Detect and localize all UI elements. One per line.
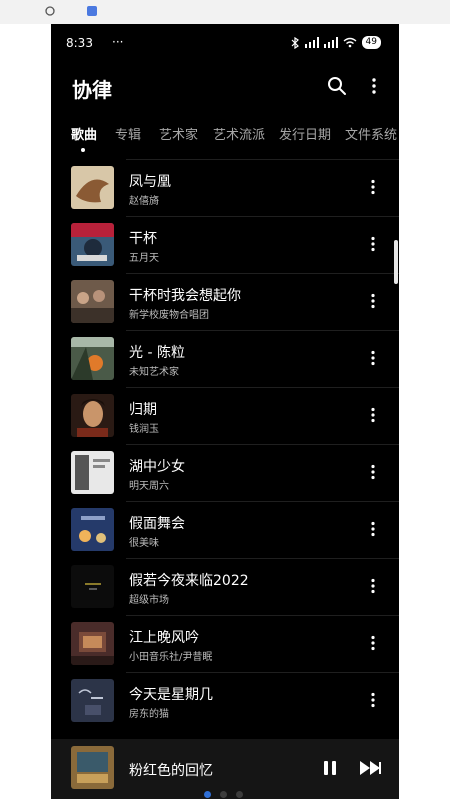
song-more-icon[interactable]: [367, 293, 379, 309]
song-more-icon[interactable]: [367, 692, 379, 708]
song-artist: 五月天: [129, 253, 159, 264]
song-artist: 赵僖旖: [129, 196, 159, 207]
row-divider: [126, 615, 399, 616]
battery-indicator: 49: [361, 36, 381, 49]
page-dot-active: [204, 791, 211, 798]
song-more-icon[interactable]: [367, 236, 379, 252]
album-cover: [71, 337, 114, 380]
song-title: 假若今夜来临2022: [129, 573, 249, 589]
category-tabs: 歌曲 专辑 艺术家 艺术流派 发行日期 文件系统: [51, 124, 399, 156]
row-divider: [126, 159, 399, 160]
song-title: 凤与凰: [129, 174, 171, 190]
song-row[interactable]: 湖中少女 明天周六: [51, 444, 399, 501]
signal-icon: [304, 37, 319, 48]
song-title: 今天是星期几: [129, 687, 213, 703]
song-more-icon[interactable]: [367, 635, 379, 651]
song-title: 江上晚风吟: [129, 630, 199, 646]
album-cover: [71, 280, 114, 323]
song-more-icon[interactable]: [367, 350, 379, 366]
album-cover: [71, 565, 114, 608]
song-artist: 新学校废物合唱团: [129, 310, 209, 321]
song-more-icon[interactable]: [367, 578, 379, 594]
page-dot: [220, 791, 227, 798]
album-cover: [71, 508, 114, 551]
more-options-icon[interactable]: [364, 76, 384, 96]
app-notification-icon: [87, 6, 97, 16]
album-cover: [71, 622, 114, 665]
search-icon[interactable]: [327, 76, 347, 96]
tab-albums[interactable]: 专辑: [115, 124, 141, 143]
signal-icon-2: [323, 37, 338, 48]
song-row[interactable]: 今天是星期几 房东的猫: [51, 672, 399, 729]
song-artist: 明天周六: [129, 481, 169, 492]
row-divider: [126, 387, 399, 388]
song-artist: 很美味: [129, 538, 159, 549]
row-divider: [126, 501, 399, 502]
song-row[interactable]: 假面舞会 很美味: [51, 501, 399, 558]
row-divider: [126, 330, 399, 331]
song-artist: 小田音乐社/尹昔眠: [129, 652, 213, 663]
song-row[interactable]: 江上晚风吟 小田音乐社/尹昔眠: [51, 615, 399, 672]
album-cover: [71, 679, 114, 722]
song-more-icon[interactable]: [367, 464, 379, 480]
player-page-indicator: [204, 791, 243, 798]
now-playing-cover: [71, 746, 114, 789]
tab-artists[interactable]: 艺术家: [159, 124, 198, 143]
song-more-icon[interactable]: [367, 407, 379, 423]
album-cover: [71, 223, 114, 266]
song-row[interactable]: 凤与凰 赵僖旖: [51, 159, 399, 216]
active-tab-indicator: [81, 148, 85, 152]
list-scrollbar[interactable]: [394, 240, 398, 284]
song-row[interactable]: 干杯时我会想起你 新学校废物合唱团: [51, 273, 399, 330]
song-title: 湖中少女: [129, 459, 185, 475]
tab-file-system[interactable]: 文件系统: [345, 124, 397, 143]
outer-status-bar: [0, 0, 450, 24]
row-divider: [126, 216, 399, 217]
status-more-indicator: ···: [112, 35, 124, 49]
song-more-icon[interactable]: [367, 521, 379, 537]
song-title: 假面舞会: [129, 516, 185, 532]
row-divider: [126, 558, 399, 559]
song-title: 归期: [129, 402, 157, 418]
song-row[interactable]: 干杯 五月天: [51, 216, 399, 273]
song-title: 干杯时我会想起你: [129, 288, 241, 304]
song-row[interactable]: 归期 钱润玉: [51, 387, 399, 444]
album-cover: [71, 394, 114, 437]
song-more-icon[interactable]: [367, 179, 379, 195]
song-artist: 未知艺术家: [129, 367, 179, 378]
album-cover: [71, 166, 114, 209]
app-title: 协律: [72, 78, 112, 102]
song-title: 光 - 陈粒: [129, 345, 185, 361]
bluetooth-icon: [291, 36, 299, 49]
tab-release-date[interactable]: 发行日期: [279, 124, 331, 143]
alarm-icon: [45, 6, 55, 16]
status-bar: 8:33 ··· 49: [51, 24, 399, 64]
wifi-icon: [343, 37, 356, 48]
song-artist: 超级市场: [129, 595, 169, 606]
next-track-icon[interactable]: [359, 759, 383, 777]
album-cover: [71, 451, 114, 494]
page-dot: [236, 791, 243, 798]
tab-songs[interactable]: 歌曲: [71, 124, 97, 143]
tab-genres[interactable]: 艺术流派: [213, 124, 265, 143]
row-divider: [126, 444, 399, 445]
pause-icon[interactable]: [322, 759, 338, 777]
song-title: 干杯: [129, 231, 157, 247]
row-divider: [126, 672, 399, 673]
song-artist: 房东的猫: [129, 709, 169, 720]
song-artist: 钱润玉: [129, 424, 159, 435]
now-playing-title: 粉红色的回忆: [129, 763, 213, 779]
status-time: 8:33: [66, 36, 93, 50]
row-divider: [126, 273, 399, 274]
song-row[interactable]: 光 - 陈粒 未知艺术家: [51, 330, 399, 387]
song-row[interactable]: 假若今夜来临2022 超级市场: [51, 558, 399, 615]
now-playing-bar[interactable]: 粉红色的回忆: [51, 739, 399, 799]
phone-screen: 8:33 ··· 49 协律 歌曲 专辑 艺术家 艺术流派 发行日期 文件系统 …: [51, 24, 399, 799]
